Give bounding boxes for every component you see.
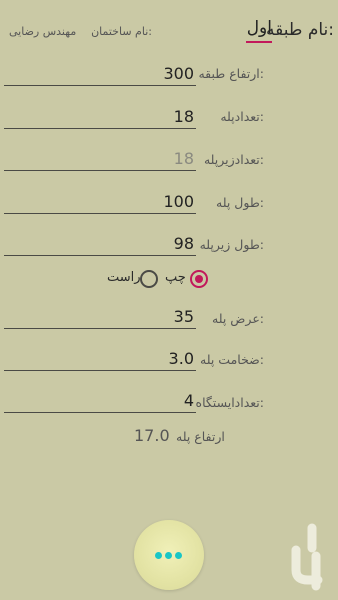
floor-name-value: اول (246, 18, 272, 38)
bazaar-logo (282, 520, 332, 596)
stair-length-label: طول پله: (216, 195, 264, 210)
stair-length-input[interactable]: 100 (4, 191, 196, 214)
stair-thickness-value: 3.0 (168, 349, 194, 368)
under-stair-length-label: طول زیرپله: (199, 237, 264, 252)
stair-thickness-input[interactable]: 3.0 (4, 348, 196, 371)
radio-right-label: راست (107, 270, 141, 285)
direction-radio-group: چپ راست (100, 266, 220, 292)
result-label: ارتفاع پله (176, 429, 225, 444)
building-name-value: مهندس رضایی (9, 25, 77, 38)
result-value: 17.0 (134, 426, 170, 445)
radio-right-option[interactable]: راست (100, 266, 160, 292)
floor-height-input[interactable]: 300 (4, 63, 196, 86)
stair-length-value: 100 (163, 192, 194, 211)
radio-left-button (190, 270, 208, 288)
radio-left-label: چپ (165, 270, 186, 285)
under-stair-count-label: تعدادزیرپله: (203, 152, 264, 167)
floor-height-value: 300 (163, 64, 194, 83)
floor-name-label: نام طبقه: (266, 20, 334, 40)
header: نام طبقه: اول نام ساختمان: مهندس رضایی (0, 0, 338, 50)
under-stair-count-hint: 18 (173, 149, 194, 168)
landing-count-input[interactable]: 4 (4, 390, 196, 413)
bazaar-logo-icon (291, 523, 323, 591)
under-stair-length-input[interactable]: 98 (4, 233, 196, 256)
under-stair-count-input[interactable]: 18 (4, 148, 196, 171)
radio-right-button (140, 270, 158, 288)
floor-name-underline (246, 41, 272, 43)
stair-width-label: عرض پله: (212, 311, 264, 326)
stair-count-value: 18 (173, 107, 194, 126)
under-stair-length-value: 98 (173, 234, 194, 253)
floor-name-input[interactable]: اول (244, 18, 272, 43)
stair-width-input[interactable]: 35 (4, 306, 196, 329)
more-dots-icon (155, 552, 185, 560)
more-options-button[interactable] (134, 520, 204, 590)
radio-left-option[interactable]: چپ (160, 266, 212, 292)
landing-count-value: 4 (183, 391, 194, 410)
stair-count-label: تعدادپله: (220, 109, 264, 124)
stair-thickness-label: ضخامت پله: (200, 352, 264, 367)
radio-left-selected-dot (195, 275, 203, 283)
building-name-label: نام ساختمان: (91, 25, 152, 38)
landing-count-label: تعدادایستگاه: (195, 395, 264, 410)
floor-height-label: ارتفاع طبقه: (198, 66, 264, 81)
stair-width-value: 35 (173, 307, 194, 326)
stair-count-input[interactable]: 18 (4, 106, 196, 129)
